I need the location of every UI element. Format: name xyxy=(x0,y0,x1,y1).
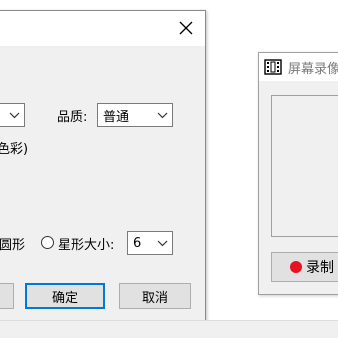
close-button[interactable] xyxy=(173,15,199,41)
settings-dialog: 品质: 普通 色彩) 圆形 星形大小: 6 确定 取消 xyxy=(0,10,206,323)
quality-combo[interactable]: 普通 xyxy=(97,103,173,127)
recorder-titlebar: 屏幕录像 xyxy=(259,53,338,81)
record-button-label: 录制 xyxy=(306,260,334,276)
chevron-down-icon xyxy=(152,232,172,254)
color-option-text: 色彩) xyxy=(0,142,29,157)
recorder-title: 屏幕录像 xyxy=(288,61,338,77)
apply-button-partial[interactable] xyxy=(0,283,14,309)
recorder-window: 屏幕录像 录制 xyxy=(258,52,338,295)
taskbar-strip xyxy=(0,320,338,338)
dialog-titlebar xyxy=(0,11,205,46)
star-size-value: 6 xyxy=(133,235,142,251)
record-button[interactable]: 录制 xyxy=(271,252,338,282)
format-combo[interactable] xyxy=(0,103,25,127)
circle-radio-label[interactable]: 圆形 xyxy=(0,234,25,253)
quality-combo-value: 普通 xyxy=(103,109,130,125)
desktop: 品质: 普通 色彩) 圆形 星形大小: 6 确定 取消 屏幕录像 录制 xyxy=(0,0,338,338)
star-size-combo[interactable]: 6 xyxy=(127,231,173,255)
chevron-down-icon xyxy=(4,104,24,126)
close-icon xyxy=(179,21,193,35)
chevron-down-icon xyxy=(152,104,172,126)
star-size-label: 星形大小: xyxy=(58,238,115,253)
record-dot-icon xyxy=(290,261,302,273)
ok-button[interactable]: 确定 xyxy=(25,283,105,309)
cancel-button[interactable]: 取消 xyxy=(119,283,191,309)
quality-label: 品质: xyxy=(57,110,88,125)
preview-panel xyxy=(271,95,338,237)
film-icon xyxy=(264,59,282,75)
star-radio[interactable] xyxy=(41,236,54,249)
